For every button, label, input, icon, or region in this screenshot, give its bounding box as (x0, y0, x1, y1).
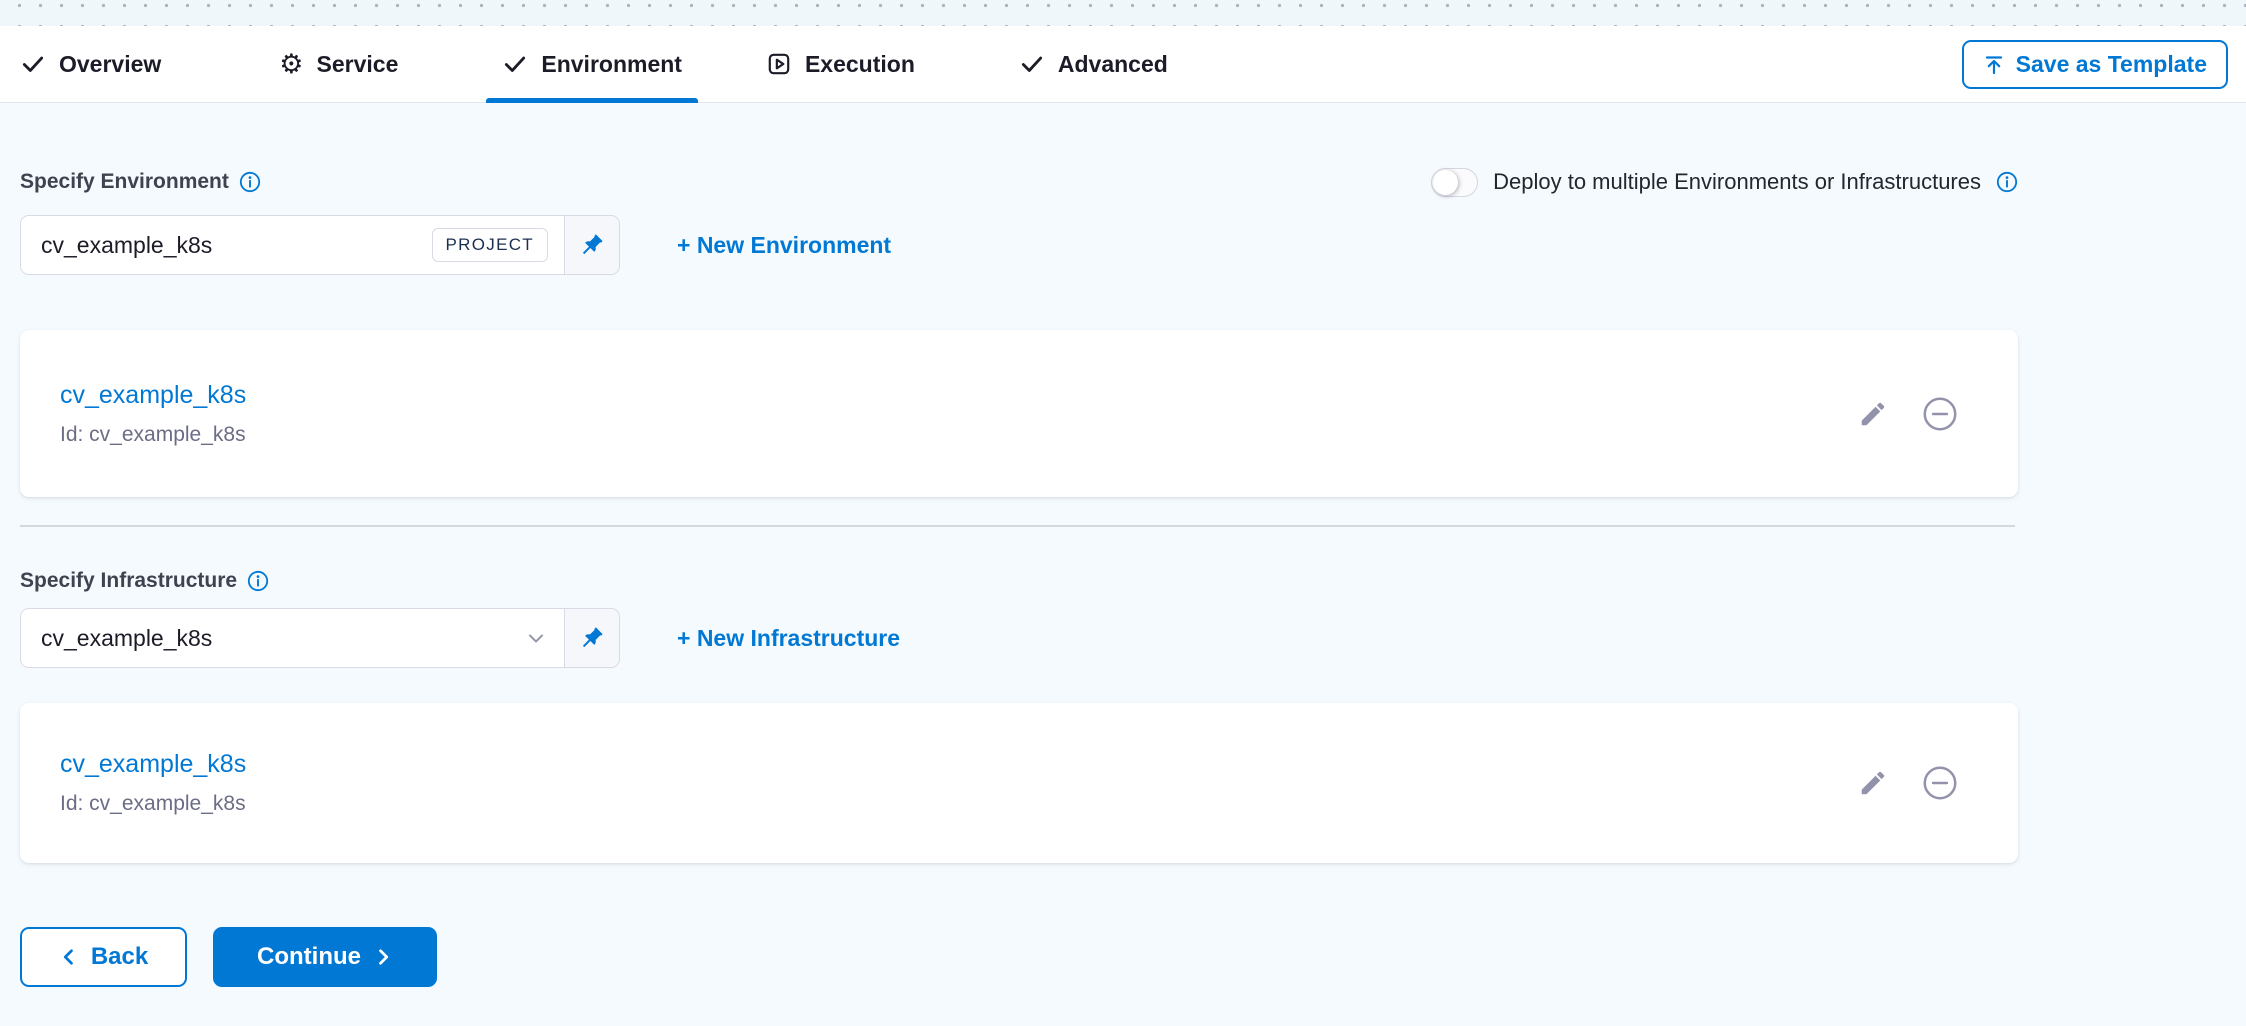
pipeline-canvas-dotted-strip (0, 0, 2246, 26)
infrastructure-card-id: Id: cv_example_k8s (60, 792, 246, 816)
tab-label: Overview (59, 51, 161, 78)
pin-infrastructure-button[interactable] (564, 609, 619, 667)
minus-circle-icon (1922, 396, 1958, 432)
edit-infrastructure-button[interactable] (1854, 764, 1892, 802)
environment-select-group: cv_example_k8s PROJECT (20, 215, 620, 275)
environment-card-id: Id: cv_example_k8s (60, 423, 246, 447)
pin-icon (579, 625, 605, 651)
back-button-label: Back (91, 943, 148, 971)
tab-label: Advanced (1058, 51, 1168, 78)
tab-advanced[interactable]: Advanced (1019, 26, 1168, 102)
check-icon (20, 51, 46, 77)
specify-environment-label: Specify Environment (20, 170, 229, 194)
pin-environment-button[interactable] (564, 216, 619, 274)
chevron-left-icon (59, 947, 79, 967)
infrastructure-select[interactable]: cv_example_k8s (21, 609, 564, 667)
environment-card: cv_example_k8s Id: cv_example_k8s (20, 330, 2018, 497)
continue-button[interactable]: Continue (213, 927, 437, 987)
tab-label: Service (317, 51, 399, 78)
edit-environment-button[interactable] (1854, 395, 1892, 433)
execution-icon (766, 51, 792, 77)
tab-service[interactable]: ⚙ Service (279, 26, 398, 102)
infrastructure-select-group: cv_example_k8s (20, 608, 620, 668)
info-icon[interactable] (247, 570, 269, 592)
tab-overview[interactable]: Overview (20, 26, 161, 102)
remove-environment-button[interactable] (1918, 392, 1962, 436)
environment-stage-panel: Specify Environment Deploy to multiple E… (0, 165, 2038, 987)
new-environment-link[interactable]: + New Environment (677, 232, 891, 259)
pencil-icon (1858, 399, 1888, 429)
section-divider (20, 525, 2015, 527)
check-icon (1019, 51, 1045, 77)
continue-button-label: Continue (257, 943, 361, 971)
minus-circle-icon (1922, 765, 1958, 801)
save-as-template-button[interactable]: Save as Template (1962, 40, 2228, 89)
chevron-down-icon (524, 626, 548, 650)
environment-input[interactable]: cv_example_k8s PROJECT (21, 216, 564, 274)
pencil-icon (1858, 768, 1888, 798)
specify-infrastructure-label: Specify Infrastructure (20, 569, 237, 593)
scope-badge: PROJECT (432, 228, 548, 262)
pin-icon (579, 232, 605, 258)
upload-icon (1983, 54, 2005, 76)
tab-label: Environment (541, 51, 682, 78)
multi-environment-toggle-label: Deploy to multiple Environments or Infra… (1493, 169, 1981, 195)
gear-icon: ⚙ (279, 51, 303, 78)
tab-execution[interactable]: Execution (766, 26, 915, 102)
tab-label: Execution (805, 51, 915, 78)
remove-infrastructure-button[interactable] (1918, 761, 1962, 805)
stage-tabbar: Overview ⚙ Service Environment Execution… (0, 26, 2246, 103)
infrastructure-select-value: cv_example_k8s (41, 625, 504, 652)
back-button[interactable]: Back (20, 927, 187, 987)
tab-environment[interactable]: Environment (486, 26, 698, 102)
environment-input-value: cv_example_k8s (41, 232, 420, 259)
infrastructure-card: cv_example_k8s Id: cv_example_k8s (20, 703, 2018, 863)
toggle-knob (1433, 170, 1458, 195)
save-as-template-label: Save as Template (2016, 51, 2207, 78)
chevron-right-icon (373, 947, 393, 967)
info-icon[interactable] (1996, 171, 2018, 193)
multi-environment-toggle[interactable] (1431, 168, 1478, 197)
info-icon[interactable] (239, 171, 261, 193)
check-icon (502, 51, 528, 77)
infrastructure-card-name-link[interactable]: cv_example_k8s (60, 750, 246, 779)
environment-card-name-link[interactable]: cv_example_k8s (60, 381, 246, 410)
new-infrastructure-link[interactable]: + New Infrastructure (677, 625, 900, 652)
